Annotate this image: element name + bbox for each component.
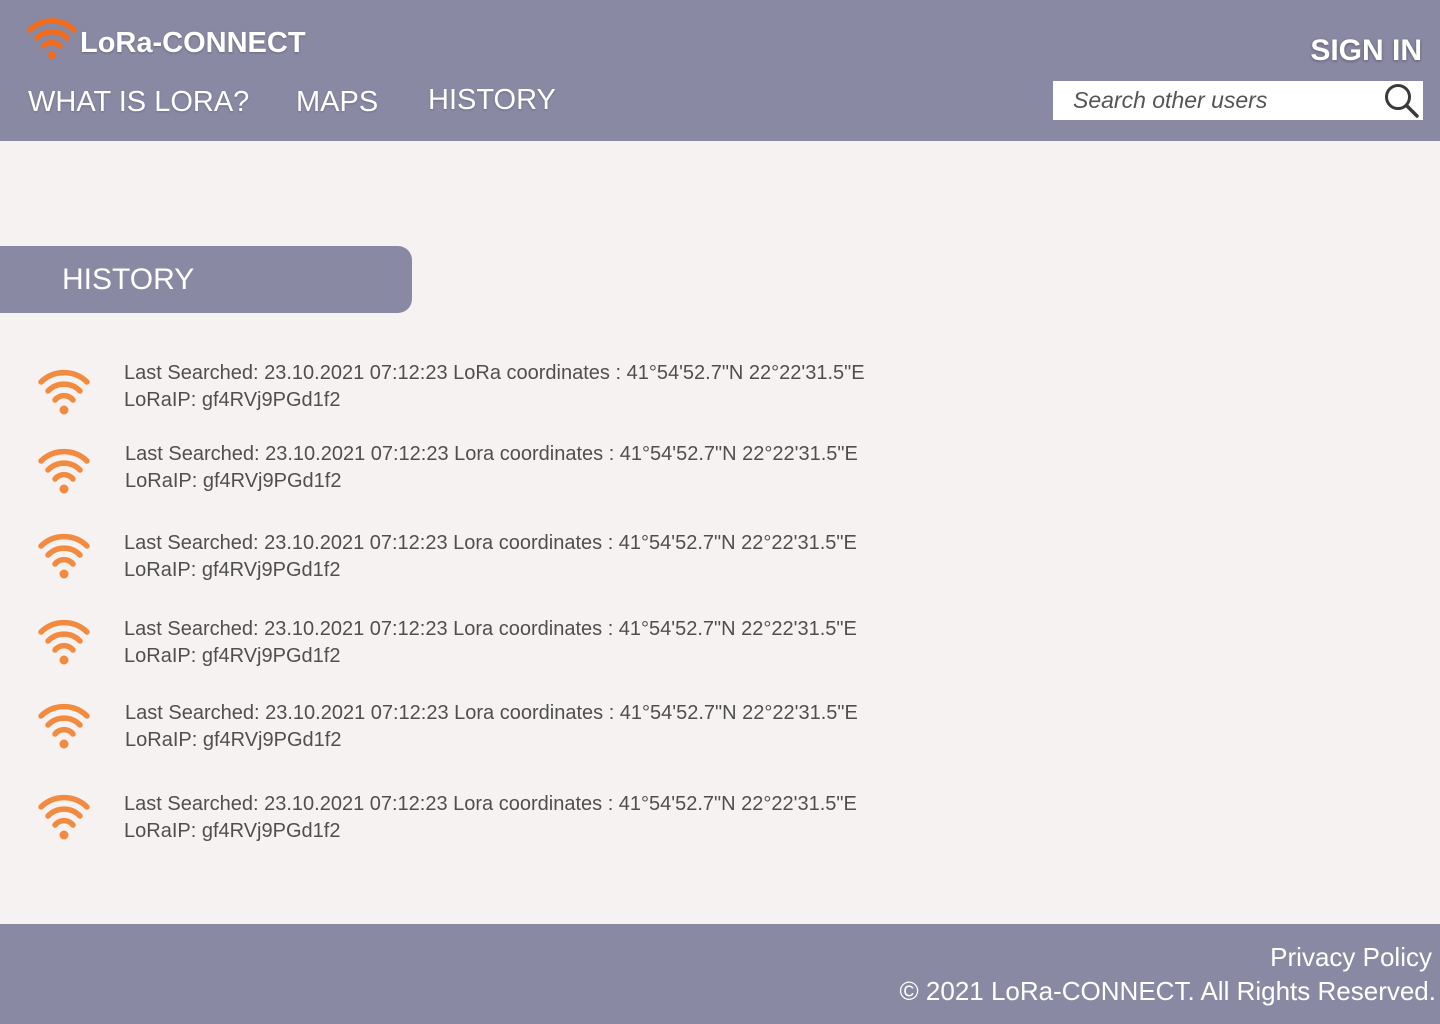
history-item-ip: LoRaIP: gf4RVj9PGd1f2 [124,559,341,581]
history-item-text: Last Searched: 23.10.2021 07:12:23 Lora … [124,530,857,584]
wifi-icon [37,366,91,416]
history-item-details: Last Searched: 23.10.2021 07:12:23 Lora … [124,793,857,815]
history-item-ip: LoRaIP: gf4RVj9PGd1f2 [124,645,341,667]
section-title: HISTORY [62,263,195,296]
wifi-icon [37,530,91,580]
history-section-header: HISTORY [0,246,412,313]
history-item-details: Last Searched: 23.10.2021 07:12:23 LoRa … [124,362,865,384]
history-item-text: Last Searched: 23.10.2021 07:12:23 Lora … [124,616,857,670]
search-icon[interactable] [1383,82,1421,120]
nav-history[interactable]: HISTORY [428,84,556,117]
privacy-policy-link[interactable]: Privacy Policy [1270,942,1432,973]
history-item-ip: LoRaIP: gf4RVj9PGd1f2 [125,470,342,492]
copyright-text: © 2021 LoRa-CONNECT. All Rights Reserved… [899,976,1436,1006]
history-item-ip: LoRaIP: gf4RVj9PGd1f2 [125,729,342,751]
wifi-icon [37,791,91,841]
wifi-icon [37,445,91,495]
history-item[interactable]: Last Searched: 23.10.2021 07:12:23 Lora … [0,441,900,501]
history-item-text: Last Searched: 23.10.2021 07:12:23 Lora … [125,441,858,495]
footer: Privacy Policy © 2021 LoRa-CONNECT. All … [0,924,1440,1024]
wifi-icon [37,700,91,750]
nav-maps[interactable]: MAPS [296,86,378,119]
header: LoRa-CONNECT WHAT IS LORA? MAPS HISTORY … [0,0,1440,141]
sign-in-button[interactable]: SIGN IN [1310,34,1422,68]
wifi-icon [37,616,91,666]
history-item[interactable]: Last Searched: 23.10.2021 07:12:23 Lora … [0,616,900,676]
history-item-text: Last Searched: 23.10.2021 07:12:23 LoRa … [124,360,865,414]
nav-what-is-lora[interactable]: WHAT IS LORA? [28,86,249,119]
history-item-text: Last Searched: 23.10.2021 07:12:23 Lora … [124,791,857,845]
history-item-details: Last Searched: 23.10.2021 07:12:23 Lora … [125,702,858,724]
history-item-details: Last Searched: 23.10.2021 07:12:23 Lora … [125,443,858,465]
history-item-ip: LoRaIP: gf4RVj9PGd1f2 [124,820,341,842]
history-item[interactable]: Last Searched: 23.10.2021 07:12:23 LoRa … [0,360,900,420]
search-input[interactable] [1053,81,1373,120]
history-item-details: Last Searched: 23.10.2021 07:12:23 Lora … [124,618,857,640]
history-item[interactable]: Last Searched: 23.10.2021 07:12:23 Lora … [0,791,900,851]
search-bar [1053,81,1423,120]
main-nav: WHAT IS LORA? MAPS HISTORY [0,84,600,126]
history-item-text: Last Searched: 23.10.2021 07:12:23 Lora … [125,700,858,754]
history-item-details: Last Searched: 23.10.2021 07:12:23 Lora … [124,532,857,554]
wifi-icon [26,12,78,62]
history-item[interactable]: Last Searched: 23.10.2021 07:12:23 Lora … [0,700,900,760]
history-list: Last Searched: 23.10.2021 07:12:23 LoRa … [0,0,1440,1024]
history-item-ip: LoRaIP: gf4RVj9PGd1f2 [124,389,341,411]
history-item[interactable]: Last Searched: 23.10.2021 07:12:23 Lora … [0,530,900,590]
brand-logo[interactable]: LoRa-CONNECT [26,12,306,62]
brand-name: LoRa-CONNECT [80,27,306,59]
